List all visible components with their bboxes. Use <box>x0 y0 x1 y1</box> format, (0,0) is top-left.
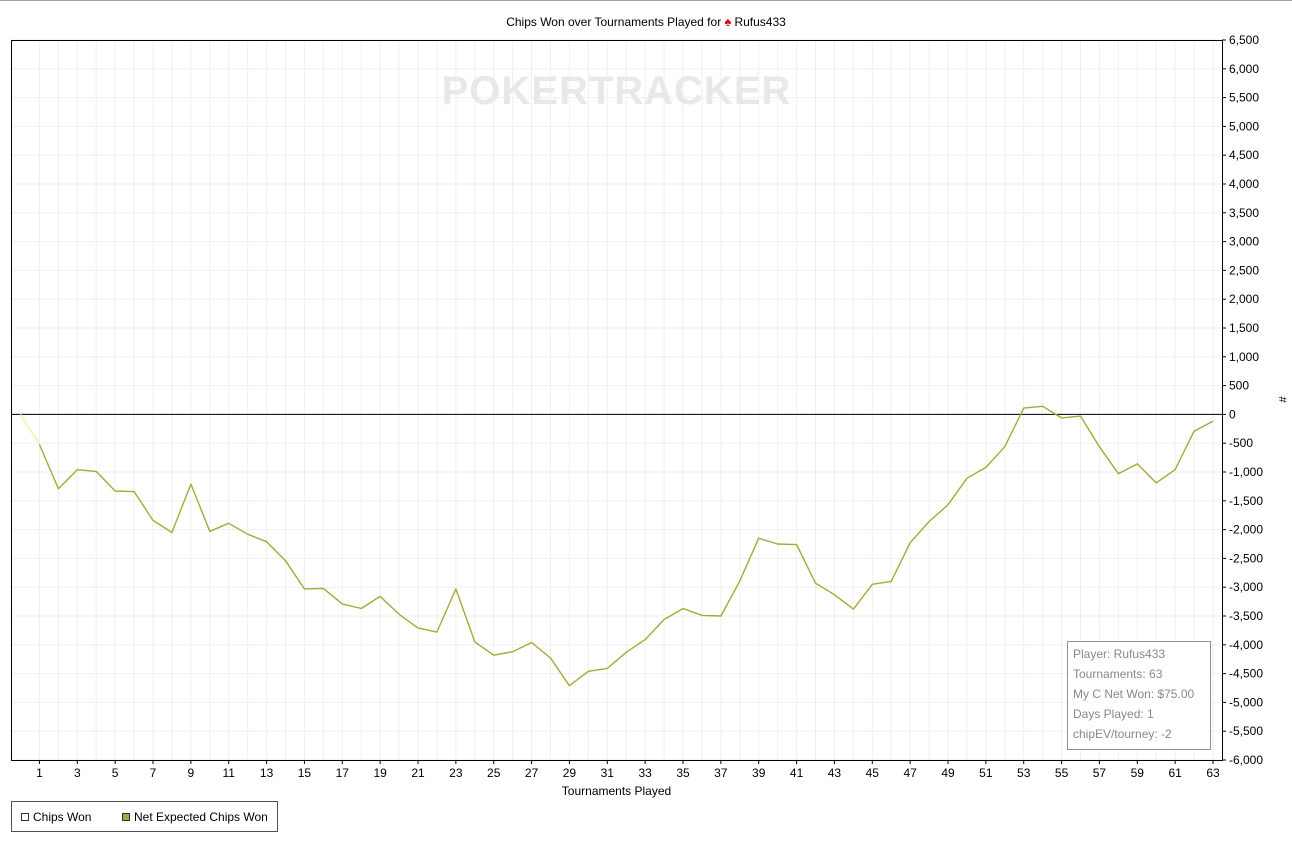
x-tick-label: 45 <box>866 766 880 780</box>
x-tick-label: 47 <box>903 766 917 780</box>
series-line-net-expected-chips-won <box>19 405 1214 687</box>
y-tick-label: 0 <box>1229 407 1236 421</box>
x-tick-label: 43 <box>828 766 842 780</box>
legend-label-net-expected: Net Expected Chips Won <box>134 810 268 824</box>
x-tick-label: 31 <box>601 766 615 780</box>
x-tick-label: 25 <box>487 766 501 780</box>
y-tick-label: -2,500 <box>1229 551 1263 565</box>
x-tick-label: 1 <box>36 766 43 780</box>
y-tick-label: 5,500 <box>1229 91 1259 105</box>
y-tick-label: 4,000 <box>1229 177 1259 191</box>
x-tick-label: 13 <box>260 766 274 780</box>
x-tick-label: 27 <box>525 766 539 780</box>
x-tick-label: 57 <box>1093 766 1107 780</box>
y-tick-label: -3,000 <box>1229 580 1263 594</box>
legend-swatch-net-expected <box>122 813 130 821</box>
x-tick-label: 21 <box>411 766 425 780</box>
legend-swatch-chips-won <box>21 813 29 821</box>
stats-net-won: My C Net Won: $75.00 <box>1073 687 1195 701</box>
chart-legend: Chips Won Net Expected Chips Won <box>11 801 278 832</box>
y-tick-label: 3,500 <box>1229 206 1259 220</box>
y-tick-label: -1,000 <box>1229 465 1263 479</box>
x-tick-label: 15 <box>298 766 312 780</box>
x-tick-label: 9 <box>188 766 195 780</box>
x-tick-label: 35 <box>676 766 690 780</box>
x-tick-label: 59 <box>1131 766 1145 780</box>
series-line-chips-won <box>19 414 40 445</box>
stats-tooltip-box: Player: Rufus433 Tournaments: 63 My C Ne… <box>1067 641 1211 750</box>
y-tick-label: 3,000 <box>1229 235 1259 249</box>
stats-player: Player: Rufus433 <box>1073 647 1166 661</box>
y-tick-label: 5,000 <box>1229 119 1259 133</box>
stats-tournaments: Tournaments: 63 <box>1073 667 1163 681</box>
y-tick-label: -1,500 <box>1229 494 1263 508</box>
x-tick-label: 33 <box>638 766 652 780</box>
y-tick-label: 1,000 <box>1229 350 1259 364</box>
x-tick-label: 7 <box>150 766 157 780</box>
x-tick-label: 49 <box>941 766 955 780</box>
y-tick-label: 4,500 <box>1229 148 1259 162</box>
x-tick-label: 61 <box>1168 766 1182 780</box>
y-tick-label: -4,000 <box>1229 638 1263 652</box>
x-tick-label: 39 <box>752 766 766 780</box>
y-tick-label: -500 <box>1229 436 1253 450</box>
x-tick-label: 23 <box>449 766 463 780</box>
legend-item-net-expected[interactable]: Net Expected Chips Won <box>122 810 268 824</box>
x-tick-label: 3 <box>74 766 81 780</box>
x-tick-label: 19 <box>373 766 387 780</box>
y-tick-label: -2,000 <box>1229 523 1263 537</box>
x-tick-label: 29 <box>563 766 577 780</box>
x-tick-label: 53 <box>1017 766 1031 780</box>
plot-area-border <box>11 40 1223 761</box>
y-tick-label: -5,000 <box>1229 695 1263 709</box>
y-tick-label: -6,000 <box>1229 753 1263 767</box>
x-tick-label: 41 <box>790 766 804 780</box>
y-tick-label: 2,500 <box>1229 263 1259 277</box>
legend-item-chips-won[interactable]: Chips Won <box>21 810 91 824</box>
stats-chip-ev: chipEV/tourney: -2 <box>1073 727 1172 741</box>
x-tick-label: 11 <box>222 766 235 780</box>
x-tick-label: 17 <box>336 766 350 780</box>
y-tick-label: 1,500 <box>1229 321 1259 335</box>
y-tick-label: -5,500 <box>1229 724 1263 738</box>
x-axis-label: Tournaments Played <box>562 784 671 798</box>
x-tick-label: 37 <box>714 766 728 780</box>
stats-days-played: Days Played: 1 <box>1073 707 1154 721</box>
y-axis-label: # <box>1276 397 1288 404</box>
x-tick-label: 5 <box>112 766 119 780</box>
x-tick-label: 51 <box>979 766 993 780</box>
y-tick-label: 500 <box>1229 379 1249 393</box>
y-tick-label: -4,500 <box>1229 667 1263 681</box>
y-tick-label: 2,000 <box>1229 292 1259 306</box>
x-tick-label: 55 <box>1055 766 1069 780</box>
y-tick-label: 6,500 <box>1229 33 1259 47</box>
watermark-logo: POKERTRACKER <box>442 69 792 113</box>
legend-label-chips-won: Chips Won <box>33 810 92 824</box>
y-tick-label: -3,500 <box>1229 609 1263 623</box>
x-tick-label: 63 <box>1206 766 1220 780</box>
y-tick-label: 6,000 <box>1229 62 1259 76</box>
